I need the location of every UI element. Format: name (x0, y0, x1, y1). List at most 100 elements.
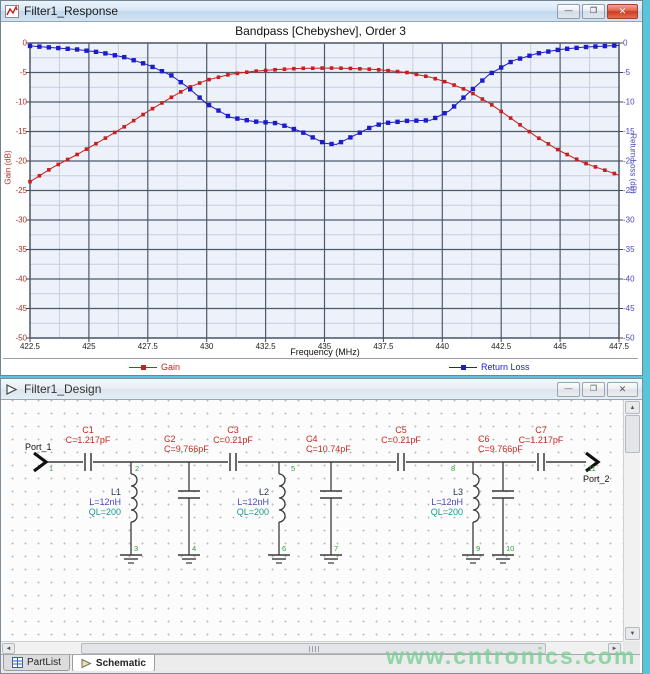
port-port_2[interactable]: Port_2 (583, 453, 610, 484)
component-l3[interactable]: L3L=12nHQL=2009 (431, 462, 484, 563)
vertical-scroll-thumb[interactable] (625, 415, 640, 453)
svg-text:C5: C5 (395, 425, 407, 435)
svg-text:-50: -50 (623, 334, 635, 343)
design-window: Filter1_Design — ❐ ✕ Port_1 Port_2 C1C=1.2… (0, 378, 643, 674)
scroll-down-button[interactable]: ▼ (625, 627, 640, 640)
component-l1[interactable]: L1L=12nHQL=2003 (89, 462, 142, 563)
svg-text:C1: C1 (82, 425, 94, 435)
left-axis-title: Gain (dB) (4, 133, 13, 203)
component-c4[interactable]: C4C=10.74pF 7 (306, 434, 351, 563)
schematic-canvas[interactable]: Port_1Port_2C1C=1.217pFC3C=0.21pFC5C=0.2… (1, 400, 623, 641)
scroll-left-button[interactable]: ◄ (2, 643, 15, 654)
node-label-1: 1 (49, 464, 53, 473)
scrollbar-corner (623, 641, 640, 654)
svg-text:-30: -30 (623, 216, 635, 225)
tab-partlist-label: PartList (27, 657, 61, 668)
tab-partlist[interactable]: PartList (3, 655, 70, 671)
component-c2[interactable]: C2C=9.766pF4 (164, 434, 209, 563)
port-port_1[interactable]: Port_1 (25, 442, 52, 471)
scroll-right-button[interactable]: ► (608, 643, 621, 654)
svg-text:-45: -45 (15, 304, 27, 313)
svg-text:L3: L3 (453, 487, 463, 497)
svg-text:-25: -25 (15, 186, 27, 195)
tab-schematic-label: Schematic (96, 658, 146, 669)
svg-text:C=9.766pF: C=9.766pF (478, 444, 523, 454)
maximize-button[interactable]: ❐ (582, 4, 605, 19)
chart-area: Bandpass [Chebyshev], Order 3 422.542542… (1, 22, 640, 374)
svg-text:-15: -15 (15, 127, 27, 136)
schematic-arrow-icon (81, 658, 92, 669)
svg-text:L=12nH: L=12nH (431, 497, 463, 507)
svg-text:-30: -30 (15, 216, 27, 225)
component-c1[interactable]: C1C=1.217pF (66, 425, 111, 472)
svg-text:Port_1: Port_1 (25, 442, 52, 452)
node-label-5: 5 (291, 464, 295, 473)
partlist-grid-icon (12, 657, 23, 668)
svg-text:C3: C3 (227, 425, 239, 435)
design-titlebar[interactable]: Filter1_Design — ❐ ✕ (1, 379, 642, 400)
svg-text:-35: -35 (15, 245, 27, 254)
response-titlebar[interactable]: Filter1_Response — ❐ ✕ (1, 1, 642, 22)
horizontal-scrollbar[interactable]: ◄ ► (1, 641, 623, 654)
maximize-button[interactable]: ❐ (582, 382, 605, 397)
node-label-11: 11 (588, 464, 596, 473)
return-loss-legend-marker-icon (449, 367, 477, 368)
design-window-title: Filter1_Design (24, 382, 101, 396)
response-window-title: Filter1_Response (24, 4, 118, 18)
svg-text:7: 7 (334, 544, 338, 553)
component-c5[interactable]: C5C=0.21pF (381, 425, 421, 472)
svg-text:-45: -45 (623, 304, 635, 313)
svg-text:L=12nH: L=12nH (237, 497, 269, 507)
chart-window-icon (5, 5, 19, 18)
svg-text:C=9.766pF: C=9.766pF (164, 444, 209, 454)
node-label-8: 8 (451, 464, 455, 473)
horizontal-scroll-thumb[interactable] (81, 643, 546, 654)
svg-text:C6: C6 (478, 434, 490, 444)
legend-separator (3, 358, 638, 359)
response-window: Filter1_Response — ❐ ✕ Bandpass [Chebysh… (0, 0, 643, 376)
gain-legend-marker-icon (129, 367, 157, 368)
svg-text:6: 6 (282, 544, 286, 553)
svg-text:-5: -5 (20, 68, 28, 77)
svg-text:C4: C4 (306, 434, 318, 444)
legend-gain: Gain (129, 362, 180, 372)
status-strip (1, 671, 640, 673)
legend-return-loss-label: Return Loss (481, 362, 530, 372)
close-button[interactable]: ✕ (607, 382, 638, 397)
window-controls: — ❐ ✕ (557, 4, 638, 19)
scroll-left-icon: ◄ (6, 646, 12, 652)
right-axis-title: Return Loss (dB) (629, 119, 638, 209)
scroll-up-button[interactable]: ▲ (625, 401, 640, 414)
tab-schematic[interactable]: Schematic (72, 655, 155, 672)
scroll-down-icon: ▼ (630, 631, 636, 637)
svg-text:0: 0 (623, 39, 628, 48)
legend-return-loss: Return Loss (449, 362, 530, 372)
svg-text:QL=200: QL=200 (237, 507, 269, 517)
svg-text:QL=200: QL=200 (89, 507, 121, 517)
response-chart[interactable]: 422.5425427.5430432.5435437.5440442.5445… (1, 22, 640, 374)
svg-text:C=10.74pF: C=10.74pF (306, 444, 351, 454)
svg-text:C=0.21pF: C=0.21pF (381, 435, 421, 445)
svg-text:C2: C2 (164, 434, 176, 444)
svg-text:-10: -10 (623, 98, 635, 107)
svg-text:L1: L1 (111, 487, 121, 497)
minimize-button[interactable]: — (557, 382, 580, 397)
svg-text:Port_2: Port_2 (583, 474, 610, 484)
minimize-button[interactable]: — (557, 4, 580, 19)
schematic-drawing: Port_1Port_2C1C=1.217pFC3C=0.21pFC5C=0.2… (1, 400, 623, 641)
vertical-scrollbar[interactable]: ▲ ▼ (623, 400, 640, 641)
svg-text:-20: -20 (15, 157, 27, 166)
component-l2[interactable]: L2L=12nHQL=2006 (237, 462, 290, 563)
component-c6[interactable]: C6C=9.766pF10 (478, 434, 523, 563)
window-controls: — ❐ ✕ (557, 382, 638, 397)
component-c7[interactable]: C7C=1.217pF (519, 425, 564, 472)
x-axis-title: Frequency (MHz) (1, 347, 649, 357)
tab-bar: PartList Schematic (1, 654, 640, 671)
close-button[interactable]: ✕ (607, 4, 638, 19)
svg-text:3: 3 (134, 544, 138, 553)
component-c3[interactable]: C3C=0.21pF (213, 425, 253, 472)
node-label-2: 2 (135, 464, 139, 473)
scroll-right-icon: ► (612, 646, 618, 652)
svg-text:-40: -40 (623, 275, 635, 284)
scroll-up-icon: ▲ (630, 405, 636, 411)
